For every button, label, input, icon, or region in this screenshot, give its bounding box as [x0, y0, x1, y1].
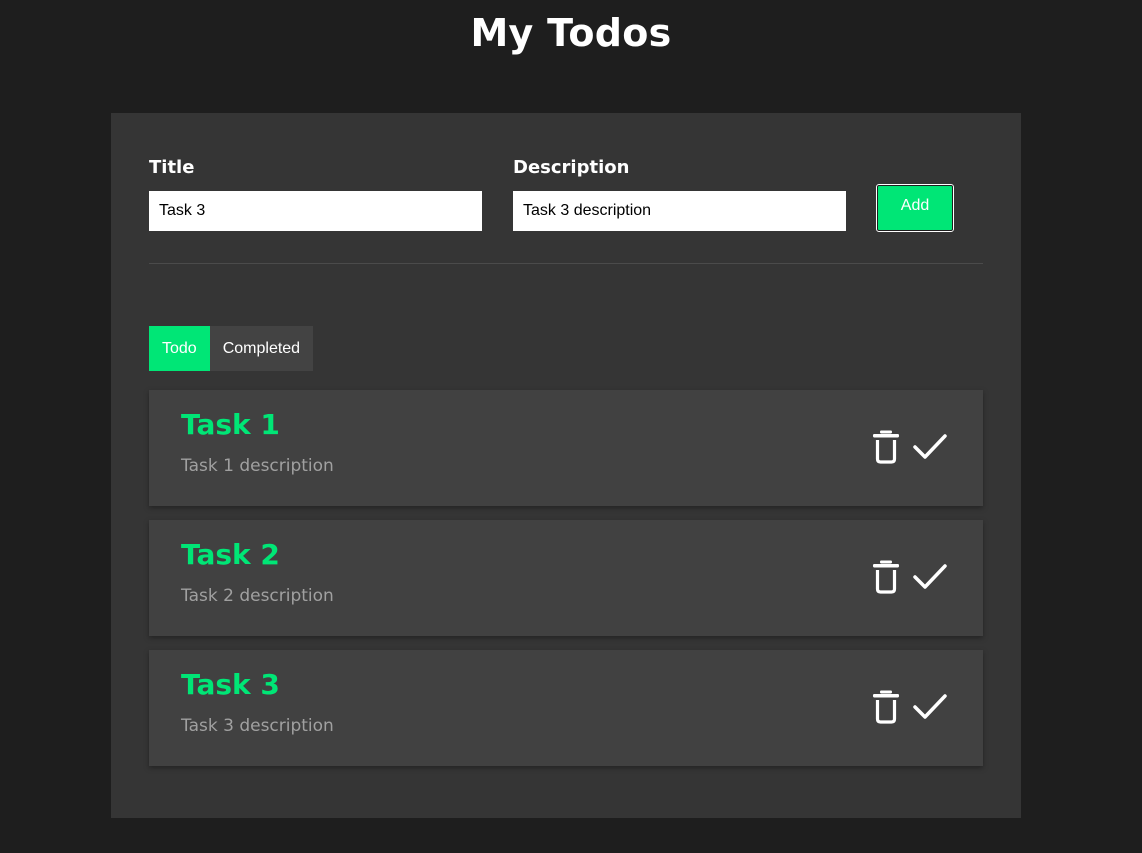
page-title: My Todos	[470, 11, 672, 55]
todo-item: Task 2 Task 2 description	[149, 520, 983, 636]
check-icon[interactable]	[911, 558, 949, 596]
title-field: Title	[149, 157, 482, 231]
todo-description: Task 3 description	[181, 716, 334, 736]
todo-title: Task 3	[181, 668, 280, 701]
description-field: Description	[513, 157, 846, 231]
check-icon[interactable]	[911, 428, 949, 466]
trash-icon[interactable]	[867, 558, 905, 596]
description-input[interactable]	[513, 191, 846, 231]
title-input[interactable]	[149, 191, 482, 231]
tab-bar: Todo Completed	[149, 326, 314, 371]
check-icon[interactable]	[911, 688, 949, 726]
trash-icon[interactable]	[867, 688, 905, 726]
todo-container: Title Description Add Todo Completed Tas…	[111, 113, 1021, 818]
tab-todo[interactable]: Todo	[149, 326, 210, 371]
todo-title: Task 2	[181, 538, 280, 571]
add-button[interactable]: Add	[876, 184, 954, 232]
todo-title: Task 1	[181, 408, 280, 441]
todo-form: Title Description Add	[149, 157, 983, 264]
description-label: Description	[513, 157, 630, 178]
trash-icon[interactable]	[867, 428, 905, 466]
title-label: Title	[149, 157, 195, 178]
tab-completed[interactable]: Completed	[209, 326, 314, 371]
todo-item: Task 3 Task 3 description	[149, 650, 983, 766]
todo-description: Task 2 description	[181, 586, 334, 606]
todo-description: Task 1 description	[181, 456, 334, 476]
todo-item: Task 1 Task 1 description	[149, 390, 983, 506]
todo-list: Task 1 Task 1 description Task 2 Task 2 …	[149, 390, 983, 780]
